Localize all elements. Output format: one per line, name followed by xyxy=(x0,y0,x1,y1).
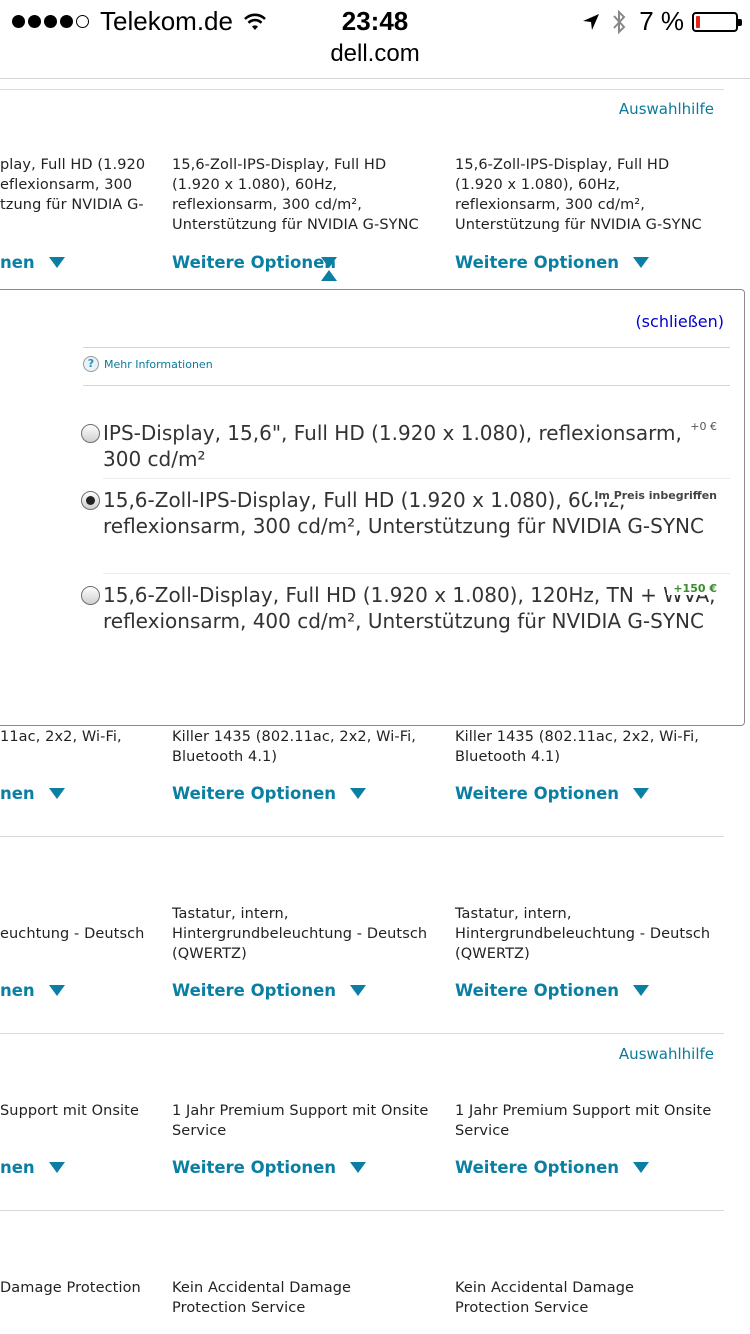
chevron-down-icon xyxy=(633,788,650,799)
chevron-down-icon xyxy=(350,1162,367,1173)
more-options-label: nen xyxy=(0,1158,35,1177)
divider xyxy=(103,573,730,574)
display-cell-3: 15,6-Zoll-IPS-Display, Full HD (1.920 x … xyxy=(455,157,702,233)
divider xyxy=(0,78,750,79)
chevron-down-icon xyxy=(350,788,367,799)
wireless-cell-3: Killer 1435 (802.11ac, 2x2, Wi-Fi, Bluet… xyxy=(455,729,699,765)
more-options-button[interactable]: Weitere Optionen xyxy=(172,981,367,1000)
chevron-down-icon xyxy=(633,257,650,268)
cell-line: play, Full HD (1.920 xyxy=(0,157,146,173)
status-right: 7 % xyxy=(581,6,742,37)
more-options-label: Weitere Optionen xyxy=(455,981,620,1000)
more-options-label: nen xyxy=(0,981,35,1000)
more-options-label: Weitere Optionen xyxy=(455,253,620,272)
divider xyxy=(0,836,724,837)
more-options-label: Weitere Optionen xyxy=(172,253,337,272)
option-label: IPS-Display, 15,6", Full HD (1.920 x 1.0… xyxy=(103,421,682,471)
option-price: +0 € xyxy=(690,420,717,433)
help-icon: ? xyxy=(83,356,99,372)
divider xyxy=(0,1210,724,1211)
support-cell-2: 1 Jahr Premium Support mit Onsite Servic… xyxy=(172,1103,429,1139)
divider xyxy=(103,478,730,479)
more-options-label: Weitere Optionen xyxy=(172,981,337,1000)
battery-percent: 7 % xyxy=(639,6,684,36)
chevron-down-icon xyxy=(350,985,367,996)
keyboard-cell-2: Tastatur, intern, Hintergrundbeleuchtung… xyxy=(172,906,428,962)
support-cell-partial: Support mit Onsite xyxy=(0,1103,139,1119)
more-options-label: Weitere Optionen xyxy=(455,1158,620,1177)
wireless-cell-2: Killer 1435 (802.11ac, 2x2, Wi-Fi, Bluet… xyxy=(172,729,416,765)
more-options-button[interactable]: nen xyxy=(0,784,65,803)
battery-icon xyxy=(692,11,742,32)
more-options-button[interactable]: Weitere Optionen xyxy=(172,1158,367,1177)
chevron-down-icon xyxy=(633,985,650,996)
chevron-down-icon xyxy=(48,257,65,268)
help-link[interactable]: Auswahlhilfe xyxy=(619,1045,714,1063)
divider xyxy=(0,1033,724,1034)
display-options-popup: (schließen) ? Mehr Informationen IPS-Dis… xyxy=(0,289,745,726)
more-info-link[interactable]: ? Mehr Informationen xyxy=(83,356,213,372)
more-options-button[interactable]: Weitere Optionen xyxy=(172,784,367,803)
cell-line: tzung für NVIDIA G- xyxy=(0,197,144,213)
more-options-label: Weitere Optionen xyxy=(455,784,620,803)
display-cell-2: 15,6-Zoll-IPS-Display, Full HD (1.920 x … xyxy=(172,157,419,233)
option-label: 15,6-Zoll-Display, Full HD (1.920 x 1.08… xyxy=(103,583,716,633)
more-options-button[interactable]: nen xyxy=(0,981,65,1000)
option-price: Im Preis inbegriffen xyxy=(588,489,717,502)
keyboard-cell-3: Tastatur, intern, Hintergrundbeleuchtung… xyxy=(455,906,711,962)
option-radio[interactable] xyxy=(81,424,100,443)
more-options-button[interactable]: Weitere Optionen xyxy=(455,253,650,272)
chevron-down-icon xyxy=(633,1162,650,1173)
more-options-button[interactable]: Weitere Optionen xyxy=(455,981,650,1000)
option-radio[interactable] xyxy=(81,586,100,605)
more-info-label: Mehr Informationen xyxy=(104,357,213,371)
url-bar[interactable]: dell.com xyxy=(0,40,750,68)
damage-cell-3: Kein Accidental Damage Protection Servic… xyxy=(455,1280,635,1316)
help-link[interactable]: Auswahlhilfe xyxy=(619,100,714,118)
keyboard-cell-partial: euchtung - Deutsch xyxy=(0,926,145,942)
option-radio-selected[interactable] xyxy=(81,491,100,510)
more-options-label: nen xyxy=(0,784,35,803)
more-options-label: Weitere Optionen xyxy=(172,1158,337,1177)
option-price: +150 € xyxy=(667,582,717,595)
damage-cell-2: Kein Accidental Damage Protection Servic… xyxy=(172,1280,352,1316)
expanded-toggle-icon[interactable] xyxy=(321,257,337,281)
display-cell-partial: play, Full HD (1.920 eflexionsarm, 300 t… xyxy=(0,155,150,215)
divider xyxy=(83,385,730,386)
more-options-button[interactable]: Weitere Optionen xyxy=(455,1158,650,1177)
cell-line: eflexionsarm, 300 xyxy=(0,177,133,193)
bluetooth-icon xyxy=(613,9,626,34)
more-options-button[interactable]: nen xyxy=(0,1158,65,1177)
chevron-down-icon xyxy=(48,985,65,996)
damage-cell-partial: Damage Protection xyxy=(0,1280,141,1296)
divider xyxy=(83,347,730,348)
status-bar: Telekom.de 23:48 7 % xyxy=(0,0,750,40)
chevron-down-icon xyxy=(48,1162,65,1173)
more-options-button[interactable]: Weitere Optionen xyxy=(455,784,650,803)
chevron-down-icon xyxy=(48,788,65,799)
divider xyxy=(0,89,724,90)
more-options-label: nen xyxy=(0,253,35,272)
wireless-cell-partial: 11ac, 2x2, Wi-Fi, xyxy=(0,729,122,745)
close-link[interactable]: (schließen) xyxy=(635,312,724,331)
more-options-label: Weitere Optionen xyxy=(172,784,337,803)
location-icon xyxy=(583,13,600,30)
support-cell-3: 1 Jahr Premium Support mit Onsite Servic… xyxy=(455,1103,712,1139)
more-options-button[interactable]: nen xyxy=(0,253,65,272)
more-options-button[interactable]: Weitere Optionen xyxy=(172,253,336,272)
